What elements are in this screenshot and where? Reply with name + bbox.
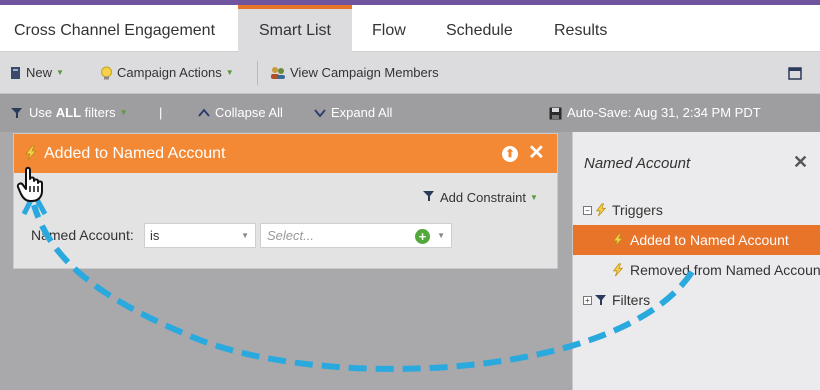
people-icon (270, 66, 286, 80)
collapse-toggle-icon[interactable]: − (583, 205, 592, 215)
filter-funnel-icon (10, 106, 24, 120)
tab-smart-list[interactable]: Smart List (238, 5, 352, 52)
chevron-down-icon: ▼ (241, 231, 249, 240)
campaign-actions-label: Campaign Actions (117, 65, 222, 80)
filter-funnel-icon (422, 189, 436, 206)
toolbar-divider (257, 61, 258, 85)
chevron-down-icon: ▼ (56, 68, 64, 77)
add-constraint-label: Add Constraint (440, 190, 526, 205)
expand-all-button[interactable]: Expand All (314, 94, 392, 132)
panel-title: Named Account (584, 155, 691, 172)
filters-label: Filters (612, 292, 651, 308)
expand-toggle-icon[interactable]: + (583, 295, 592, 305)
campaign-actions-button[interactable]: Campaign Actions ▼ (100, 52, 234, 94)
use-all-label: ALL (55, 105, 82, 120)
tree-item-removed-from-named-account[interactable]: Removed from Named Account (573, 255, 820, 285)
chevron-down-icon: ▼ (530, 193, 538, 202)
operator-select[interactable]: is ▼ (144, 223, 256, 248)
new-icon (10, 66, 22, 80)
use-label: Use (29, 105, 56, 120)
filter-palette-panel: Named Account ✕ − Triggers Added to Name… (572, 132, 820, 390)
named-account-field-label: Named Account: (31, 227, 134, 243)
value-placeholder: Select... (267, 228, 314, 243)
filter-bar-divider: | (159, 105, 163, 120)
tab-results[interactable]: Results (548, 5, 613, 52)
auto-save-status: Auto-Save: Aug 31, 2:34 PM PDT (549, 94, 761, 132)
tab-flow[interactable]: Flow (366, 5, 412, 52)
auto-save-label: Auto-Save: Aug 31, 2:34 PM PDT (567, 105, 761, 120)
tab-cross-channel-engagement[interactable]: Cross Channel Engagement (8, 5, 221, 52)
chevron-down-icon: ▼ (225, 68, 234, 77)
filter-funnel-icon (594, 293, 608, 307)
chevron-down-icon: ▼ (119, 108, 128, 117)
tree-item-label: Removed from Named Account (630, 262, 820, 278)
named-account-value-select[interactable]: Select... + ▼ (260, 223, 452, 248)
filter-card: Added to Named Account ⬆ ✕ Add Constrain… (13, 133, 558, 269)
collapse-all-button[interactable]: Collapse All (198, 94, 283, 132)
use-suffix-label: filters (81, 105, 116, 120)
trigger-bolt-icon (594, 203, 608, 217)
lightbulb-icon (100, 66, 113, 81)
operator-value: is (150, 228, 160, 243)
expand-icon (314, 108, 326, 118)
filter-bar: Use ALL filters ▼ | Collapse All Expand … (0, 94, 820, 132)
add-value-icon[interactable]: + (415, 229, 430, 244)
trigger-bolt-icon (611, 233, 625, 247)
move-up-icon[interactable]: ⬆ (502, 146, 518, 162)
view-campaign-members-label: View Campaign Members (290, 65, 439, 80)
tab-schedule[interactable]: Schedule (440, 5, 519, 52)
filter-card-title: Added to Named Account (44, 145, 226, 162)
close-icon[interactable]: ✕ (528, 140, 545, 166)
window-icon[interactable] (788, 52, 802, 94)
tree-node-triggers[interactable]: − Triggers (573, 195, 820, 225)
tree-item-label: Added to Named Account (630, 232, 789, 248)
collapse-icon (198, 108, 210, 118)
trigger-bolt-icon (611, 263, 625, 277)
collapse-all-label: Collapse All (215, 105, 283, 120)
new-label: New (26, 65, 53, 80)
triggers-label: Triggers (612, 202, 663, 218)
toolbar: New ▼ Campaign Actions ▼ View Campaign M… (0, 52, 820, 94)
view-campaign-members-button[interactable]: View Campaign Members (270, 52, 439, 94)
close-icon[interactable]: ✕ (793, 152, 808, 173)
tab-bar: Cross Channel Engagement Smart List Flow… (0, 5, 820, 52)
add-constraint-button[interactable]: Add Constraint ▼ (422, 189, 538, 206)
trigger-bolt-icon (23, 145, 39, 164)
tree-node-filters[interactable]: + Filters (573, 285, 820, 315)
save-disk-icon (549, 107, 562, 120)
expand-all-label: Expand All (331, 105, 393, 120)
new-button[interactable]: New ▼ (10, 52, 64, 94)
chevron-down-icon: ▼ (437, 231, 445, 240)
tree-item-added-to-named-account[interactable]: Added to Named Account (573, 225, 820, 255)
use-all-filters-button[interactable]: Use ALL filters ▼ (10, 94, 128, 132)
filter-card-header[interactable]: Added to Named Account ⬆ ✕ (14, 134, 557, 173)
